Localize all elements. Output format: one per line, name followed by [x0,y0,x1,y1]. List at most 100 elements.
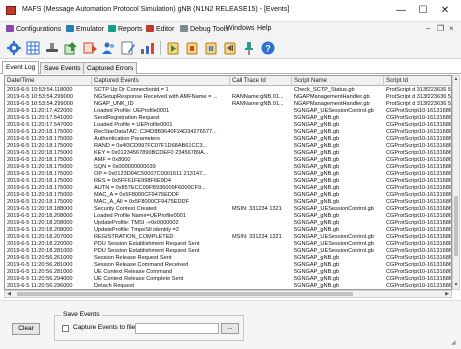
table-row[interactable]: 2019-6-5 11:20:18.175000 RecStarDataTAC: … [5,129,451,136]
table-cell: 2019-6-5 11:20:18.208000 [7,227,73,233]
table-cell: NGAP_UNK_ID [94,101,134,107]
horizontal-scrollbar[interactable]: ◀ ▶ [4,290,452,298]
table-row[interactable]: 2019-6-5 11:20:18.208000 UpdateProfile: T… [5,227,451,234]
table-row[interactable]: 2019-6-5 11:20:17.541000 SendRegistration… [5,115,451,122]
table-row[interactable]: 2019-6-5 11:20:18.208000 Loaded Profile N… [5,213,451,220]
scroll-left-icon[interactable]: ◀ [5,291,13,297]
mdi-minimize-button[interactable]: – [426,24,430,33]
minimize-button[interactable]: — [390,3,412,18]
scroll-down-icon[interactable]: ▼ [453,282,459,289]
table-cell: CGProtScript10-161316865 9D [386,192,452,198]
chart-icon[interactable] [139,40,155,56]
file-path-input[interactable] [135,323,219,334]
column-header-call-trace-id[interactable]: Call Trace Id [230,76,292,86]
browse-button[interactable]: ... [221,323,239,334]
table-row[interactable]: 2019-6-5 11:20:18.175000 AMF = 0x8000 5GN… [5,157,451,164]
edit-icon[interactable] [120,40,136,56]
menu-help[interactable]: Help [257,25,271,32]
table-row[interactable]: 2019-6-5 11:20:18.208000 UpdateProfile: T… [5,220,451,227]
export-icon[interactable] [82,40,98,56]
table-row[interactable]: 2019-6-5 10:53:54.118000 SCTP Up Dr Conne… [5,87,451,94]
table-cell: Security Context Created [94,206,157,212]
table-row[interactable]: 2019-6-5 10:53:54.299000 NGSetupResponse … [5,94,451,101]
table-row[interactable]: 2019-6-5 11:20:18.220000 PDU Session Esta… [5,241,451,248]
table-row[interactable]: 2019-6-5 11:20:18.175000 Authentication P… [5,136,451,143]
users-icon[interactable] [101,40,117,56]
tab-event-log[interactable]: Event Log [2,61,40,74]
vertical-scrollbar[interactable]: ▲ ▼ [452,75,460,290]
menu-configurations[interactable]: Configurations [6,25,61,33]
scroll-thumb[interactable] [17,292,353,296]
import-icon[interactable] [63,40,79,56]
app-logo-icon [6,6,16,15]
tab-save-events[interactable]: Save Events [40,62,85,74]
table-row[interactable]: 2019-6-5 11:20:18.175000 AUTN = 0x857ECC… [5,185,451,192]
table-row[interactable]: 2019-6-5 11:20:18.188000 Security Context… [5,206,451,213]
table-row[interactable]: 2019-6-5 11:20:56.296000 Detach Request 5G… [5,283,451,289]
mdi-close-button[interactable]: × [449,24,454,33]
table-row[interactable]: 2019-6-5 11:20:18.175000 OP = 0x0123D04C5… [5,171,451,178]
table-row[interactable]: 2019-6-5 11:20:56.281000 UE Context Relea… [5,269,451,276]
debug-tools-icon [180,25,188,32]
table-cell: UE Context Release Command [94,269,173,275]
clear-button[interactable]: Clear [12,323,40,335]
run-icon-1[interactable] [165,40,181,56]
menu-debug-tools[interactable]: Debug Tools [180,25,229,33]
menu-windows[interactable]: Windows [226,25,254,32]
table-row[interactable]: 2019-6-5 11:20:18.175000 SQN = 0x0000000… [5,164,451,171]
menu-editor[interactable]: Editor [146,25,174,33]
column-header-script-name[interactable]: Script Name [292,76,384,86]
table-cell: 2019-6-5 11:20:18.220000 [7,241,73,247]
column-header-datetime[interactable]: Date/Time [5,76,92,86]
tab-captured-errors[interactable]: Captured Errors [83,62,138,74]
table-row[interactable]: 2019-6-5 11:20:18.175000 MAC_A_All = 0x5… [5,199,451,206]
table-row[interactable]: 2019-6-5 11:20:18.175000 RAND = 0x4f3CD9… [5,143,451,150]
run-icon-3[interactable] [203,40,219,56]
run-icon-2[interactable] [184,40,200,56]
resize-grip-icon[interactable]: ◢ [451,339,459,347]
table-row[interactable]: 2019-6-5 10:53:54.299000 NGAP_UNK_ID RANNa… [5,101,451,108]
table-cell: 2019-6-5 11:20:18.188000 [7,206,73,212]
help-icon[interactable]: ? [260,40,276,56]
tools-icon[interactable] [44,40,60,56]
menu-emulator[interactable]: Emulator [66,25,104,33]
table-cell: SQN = 0x000000000039 [94,164,156,170]
table-cell: 2019-6-5 11:20:18.281000 [7,248,73,254]
table-row[interactable]: 2019-6-5 11:20:18.175000 KEY = 0x0123456… [5,150,451,157]
table-row[interactable]: 2019-6-5 11:20:18.281000 PDU Session Esta… [5,248,451,255]
scroll-thumb[interactable] [454,196,458,256]
table-cell: UpdateProfile: TMSI ->0x0000002 [94,220,179,226]
table-cell: 2019-6-5 11:20:56.281000 [7,262,73,268]
table-cell: 5GNGAP_gNB.gb [294,129,340,135]
capture-events-checkbox[interactable] [62,325,69,332]
menu-label: Configurations [16,26,62,33]
scroll-right-icon[interactable]: ▶ [443,291,451,297]
events-table[interactable]: Date/Time Captured Events Call Trace Id … [4,75,452,290]
table-row[interactable]: 2019-6-5 11:20:18.207000 REGISTRATION_COM… [5,234,451,241]
table-cell: CGProtScript10-161316865 9D [386,178,452,184]
table-cell: SendRegistration Request [94,115,160,121]
settings-gear-icon[interactable] [6,40,22,56]
menu-reports[interactable]: Reports [108,25,143,33]
table-row[interactable]: 2019-6-5 11:20:18.175000 MAC_A = 0x5F800… [5,192,452,199]
table-row[interactable]: 2019-6-5 11:20:17.422000 Loaded Profile: … [5,108,451,115]
column-header-captured-events[interactable]: Captured Events [92,76,230,86]
mdi-restore-button[interactable]: ❐ [437,24,444,33]
scroll-up-icon[interactable]: ▲ [453,76,459,83]
maximize-button[interactable]: ☐ [412,3,434,18]
table-row[interactable]: 2019-6-5 11:20:56.294000 UE Context Relea… [5,276,451,283]
table-cell: 2019-6-5 11:20:18.175000 [7,192,73,198]
table-row[interactable]: 2019-6-5 11:20:18.175000 RES = 0x5FF61FE… [5,178,452,185]
pin-icon[interactable] [241,40,257,56]
grid-icon[interactable] [25,40,41,56]
table-cell: 2019-6-5 11:20:18.175000 [7,157,73,163]
group-label: Save Events [61,311,102,318]
window-title: MAFS (Message Automation Protocol Simula… [22,6,290,13]
table-row[interactable]: 2019-6-5 11:20:56.261000 Session Release … [5,255,451,262]
close-button[interactable]: ✕ [434,3,456,18]
column-header-script-id[interactable]: Script Id [384,76,451,86]
step-icon[interactable] [222,40,238,56]
table-row[interactable]: 2019-6-5 11:20:56.281000 Session Release … [5,262,451,269]
table-row[interactable]: 2019-6-5 11:20:17.547000 Loaded Profile =… [5,122,451,129]
menu-label: Windows [226,25,255,32]
